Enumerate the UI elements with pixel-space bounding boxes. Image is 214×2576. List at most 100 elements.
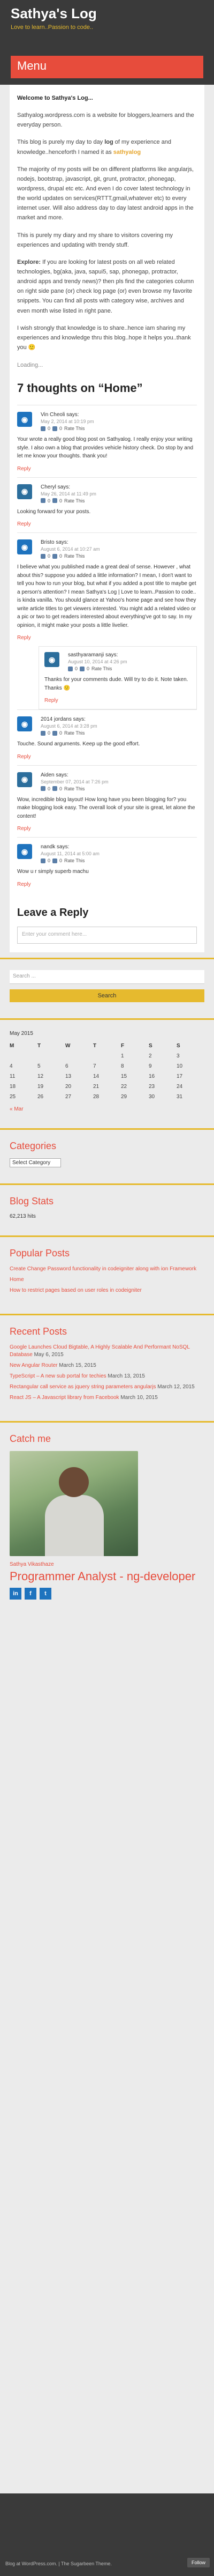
avatar[interactable]: ◉ <box>17 412 32 427</box>
reply-link[interactable]: Reply <box>17 882 31 887</box>
post-intro: Welcome to Sathya's Log... <box>17 95 93 101</box>
comment-date[interactable]: August 10, 2014 at 4:26 pm <box>68 659 127 664</box>
profile-name-link[interactable]: Sathya Vikasthaze <box>10 1561 204 1567</box>
calendar-day: 17 <box>177 1073 183 1079</box>
rating-row: 0 0 Rate This <box>68 666 127 671</box>
comment-author[interactable]: Aiden says: <box>41 772 109 778</box>
avatar[interactable]: ◉ <box>17 484 32 499</box>
recent-post-link[interactable]: New Angular Router <box>10 1363 58 1368</box>
comment-header: ◉ Cheryl says: May 26, 2014 at 11:49 pm 0 0 R… <box>17 484 197 504</box>
comment-input[interactable]: Enter your comment here... <box>17 926 197 944</box>
avatar[interactable]: ◉ <box>17 716 32 732</box>
comment-header: ◉ Vin Cheoli says: May 2, 2014 at 10:19 pm… <box>17 412 197 431</box>
calendar-weekday: S <box>149 1042 152 1049</box>
reply-link[interactable]: Reply <box>17 754 31 760</box>
rate-this-label: Rate This <box>64 730 85 736</box>
recent-post-item: React JS – A Javascript library from Fac… <box>10 1394 204 1402</box>
avatar[interactable]: ◉ <box>44 652 59 668</box>
comment-date[interactable]: May 26, 2014 at 11:49 pm <box>41 491 96 497</box>
comment-author[interactable]: Bristo says: <box>41 539 100 545</box>
comment-date[interactable]: September 07, 2014 at 7:26 pm <box>41 779 109 784</box>
avatar[interactable]: ◉ <box>17 844 32 860</box>
comment-date[interactable]: August 6, 2014 at 10:27 am <box>41 546 100 552</box>
footer-text[interactable]: Blog at WordPress.com. | The Sugarbeen T… <box>5 2561 112 2566</box>
menu-button[interactable]: Menu <box>11 56 203 78</box>
calendar-prev-link[interactable]: « Mar <box>10 1106 204 1112</box>
reply-link[interactable]: Reply <box>17 521 31 527</box>
comment-date[interactable]: August 11, 2014 at 5:00 am <box>41 851 100 856</box>
site-footer: Blog at WordPress.com. | The Sugarbeen T… <box>0 2493 214 2576</box>
site-title[interactable]: Sathya's Log <box>11 5 203 22</box>
categories-title: Categories <box>10 1140 57 1151</box>
popular-post-link[interactable]: Create Change Password functionality in … <box>10 1265 204 1273</box>
popular-post-link[interactable]: How to restrict pages based on user role… <box>10 1287 204 1294</box>
comment-body: Thanks for your comments dude. Will try … <box>44 677 188 691</box>
comment-author[interactable]: nandk says: <box>41 844 100 850</box>
thumbs-down-icon[interactable] <box>52 858 58 863</box>
calendar-widget: May 2015 MTWTFSS 1 2 3 4 5 6 7 8 9 10 11 12 13 14 15 16… <box>0 1018 214 1123</box>
search-button[interactable]: Search <box>10 989 204 1002</box>
comment-author[interactable]: Vin Cheoli says: <box>41 412 94 418</box>
comment-body: Wow u r simply superb machu <box>17 869 89 875</box>
thumbs-down-icon[interactable] <box>80 666 85 671</box>
recent-post-date: March 13, 2015 <box>106 1373 145 1379</box>
recent-post-link[interactable]: TypeScript – A new sub portal for techie… <box>10 1373 106 1379</box>
p2-log: log <box>104 139 113 146</box>
reply-link[interactable]: Reply <box>17 826 31 832</box>
calendar-day: 23 <box>149 1083 155 1090</box>
thumbs-up-icon[interactable] <box>41 786 45 791</box>
vote-count: 0 <box>59 426 63 432</box>
recent-post-link[interactable]: Rectangular call service as jquery strin… <box>10 1384 156 1390</box>
comment-body: Touche. Sound arguments. Keep up the goo… <box>17 741 140 747</box>
thumbs-up-icon[interactable] <box>68 666 73 671</box>
rate-this-label: Rate This <box>64 858 85 864</box>
comment-body: Your wrote a really good blog post on Sa… <box>17 436 194 460</box>
site-header: Sathya's Log Love to learn..Passion to c… <box>0 0 214 85</box>
avatar[interactable]: ◉ <box>17 772 32 787</box>
recent-post-item: New Angular Router March 15, 2015 <box>10 1362 204 1370</box>
calendar-weekday: S <box>177 1042 180 1049</box>
calendar-caption: May 2015 <box>10 1030 33 1037</box>
thumbs-up-icon[interactable] <box>41 858 45 863</box>
follow-button[interactable]: Follow <box>187 2558 210 2567</box>
recent-post-link[interactable]: React JS – A Javascript library from Fac… <box>10 1395 119 1401</box>
calendar-day: 14 <box>93 1073 100 1079</box>
thumbs-up-icon[interactable] <box>41 553 45 559</box>
linkedin-icon[interactable]: in <box>10 1587 21 1600</box>
thumbs-up-icon[interactable] <box>41 498 45 504</box>
comment: ◉ nandk says: August 11, 2014 at 5:00 am 0 0… <box>17 837 197 893</box>
search-input[interactable]: Search ... <box>10 969 204 984</box>
thumbs-down-icon[interactable] <box>52 786 58 791</box>
comment-author[interactable]: 2014 jordans says: <box>41 716 97 722</box>
popular-post-link[interactable]: Home <box>10 1276 204 1284</box>
vote-count: 0 <box>48 858 51 864</box>
thumbs-down-icon[interactable] <box>52 498 58 504</box>
recent-post-item: Rectangular call service as jquery strin… <box>10 1383 204 1391</box>
category-select[interactable]: Select Category <box>10 1158 61 1167</box>
thumbs-down-icon[interactable] <box>52 730 58 736</box>
catch-me-title: Catch me <box>10 1433 51 1444</box>
thumbs-up-icon[interactable] <box>41 730 45 736</box>
comment-date[interactable]: May 2, 2014 at 10:19 pm <box>41 419 94 424</box>
facebook-icon[interactable]: f <box>25 1587 36 1600</box>
comment: ◉ Aiden says: September 07, 2014 at 7:26 p… <box>17 765 197 838</box>
reply-link[interactable]: Reply <box>17 635 31 641</box>
reply-link[interactable]: Reply <box>44 698 58 704</box>
thumbs-up-icon[interactable] <box>41 426 45 431</box>
comment-author[interactable]: Cheryl says: <box>41 484 96 490</box>
avatar[interactable]: ◉ <box>17 539 32 555</box>
thumbs-down-icon[interactable] <box>52 426 58 431</box>
thumbs-down-icon[interactable] <box>52 553 58 559</box>
calendar-day: 9 <box>149 1063 152 1069</box>
twitter-icon[interactable]: t <box>40 1587 51 1600</box>
loading-text: Loading... <box>17 362 43 369</box>
comment-date[interactable]: August 6, 2014 at 3:28 pm <box>41 723 97 729</box>
rate-this-label: Rate This <box>64 786 85 791</box>
post-paragraph-5: Explore: If you are looking for latest p… <box>17 257 197 316</box>
post-paragraph-2: This blog is purely my day to day log of… <box>17 137 197 157</box>
comment-author[interactable]: sasthyaramanji says: <box>68 652 127 658</box>
calendar-weekday: M <box>10 1042 14 1049</box>
popular-posts-list: Create Change Password functionality in … <box>10 1265 204 1294</box>
reply-link[interactable]: Reply <box>17 466 31 472</box>
recent-post-date: March 12, 2015 <box>156 1383 195 1390</box>
